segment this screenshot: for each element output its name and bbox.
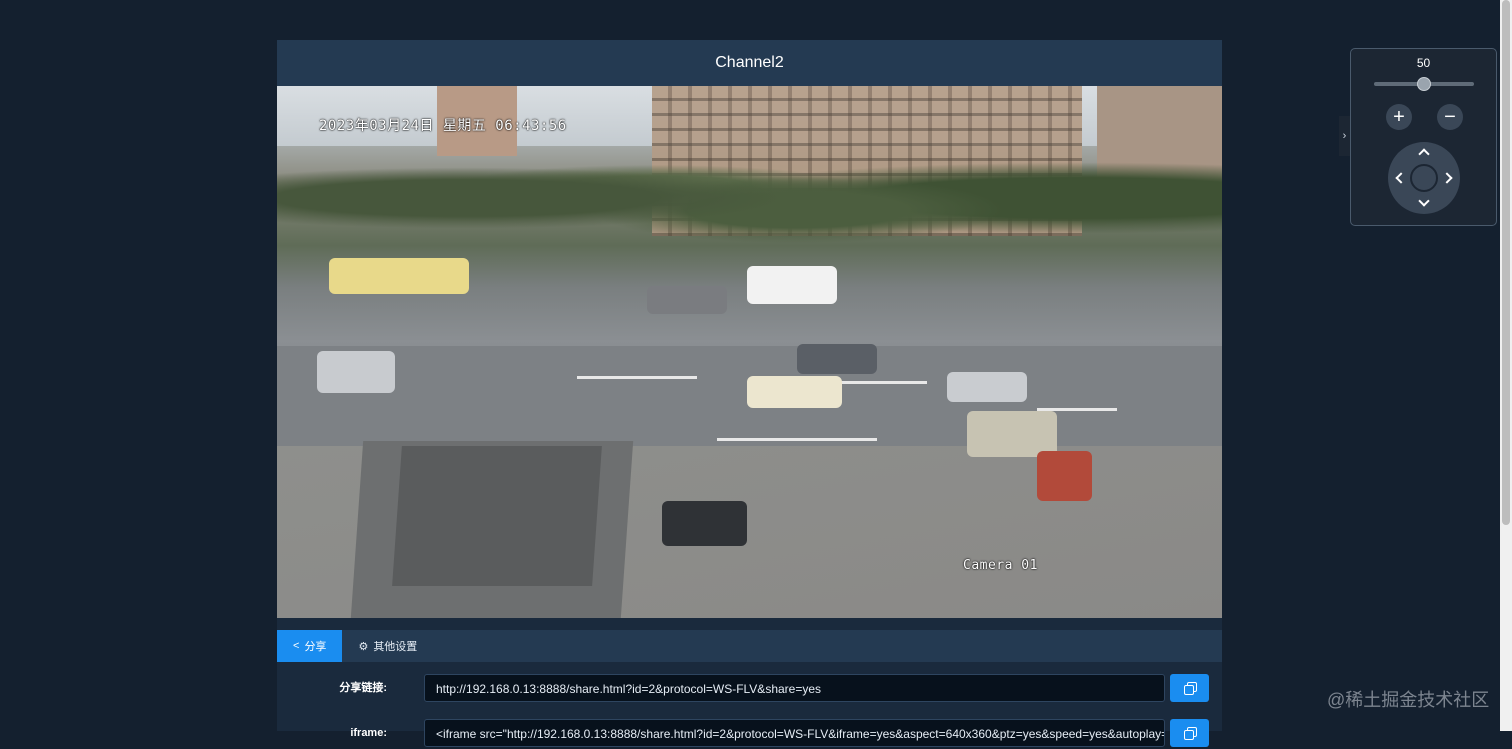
page-scrollbar[interactable] xyxy=(1500,0,1512,731)
share-link-label: 分享链接: xyxy=(339,682,387,694)
chevron-right-icon: › xyxy=(1342,130,1347,142)
video-scene-van xyxy=(317,351,395,393)
copy-icon xyxy=(1183,727,1197,740)
chevron-right-icon[interactable] xyxy=(1441,172,1453,184)
video-player[interactable]: 2023年03月24日 星期五 06:43:56 Camera 01 xyxy=(277,86,1222,618)
watermark: @稀土掘金技术社区 xyxy=(1327,690,1490,710)
tab-share[interactable]: < 分享 xyxy=(277,630,343,662)
ptz-control-panel: 50 + − xyxy=(1350,48,1497,226)
tab-other-settings-label: 其他设置 xyxy=(373,641,418,653)
iframe-code-row: iframe: <iframe src="http://192.168.0.13… xyxy=(277,719,1222,749)
iframe-code-field[interactable]: <iframe src="http://192.168.0.13:8888/sh… xyxy=(424,719,1165,747)
video-scene-vehicle xyxy=(1037,451,1092,501)
video-scene-car xyxy=(947,372,1027,402)
ptz-collapse-toggle[interactable]: › xyxy=(1339,116,1350,156)
zoom-in-button[interactable]: + xyxy=(1386,104,1412,130)
video-scene-truck xyxy=(747,266,837,304)
video-osd-camera-name: Camera 01 xyxy=(963,558,1038,573)
share-link-row: 分享链接: http://192.168.0.13:8888/share.htm… xyxy=(277,674,1222,704)
video-scene-lane xyxy=(837,381,927,384)
plus-icon: + xyxy=(1393,106,1405,128)
chevron-left-icon[interactable] xyxy=(1395,172,1407,184)
gear-icon: ⚙ xyxy=(358,640,369,653)
ptz-zoom-value: 50 xyxy=(1416,56,1431,70)
tab-share-label: 分享 xyxy=(304,641,327,653)
share-link-field[interactable]: http://192.168.0.13:8888/share.html?id=2… xyxy=(424,674,1165,702)
tab-other-settings[interactable]: ⚙ 其他设置 xyxy=(342,630,433,662)
video-scene-car xyxy=(647,286,727,314)
video-scene-trees xyxy=(277,126,1222,246)
ptz-slider-handle[interactable] xyxy=(1417,77,1431,91)
chevron-up-icon[interactable] xyxy=(1418,148,1430,160)
scrollbar-thumb[interactable] xyxy=(1502,0,1510,525)
share-icon: < xyxy=(293,640,300,652)
minus-icon: − xyxy=(1444,106,1456,128)
ptz-center-button[interactable] xyxy=(1410,164,1438,192)
copy-icon xyxy=(1183,682,1197,695)
video-scene-rooftop xyxy=(392,446,602,586)
video-scene-bus xyxy=(329,258,469,294)
copy-link-button[interactable] xyxy=(1170,674,1209,702)
chevron-down-icon[interactable] xyxy=(1418,195,1430,207)
video-osd-timestamp: 2023年03月24日 星期五 06:43:56 xyxy=(319,118,567,134)
settings-tabs: < 分享 ⚙ 其他设置 xyxy=(277,630,1222,662)
ptz-direction-pad xyxy=(1388,142,1460,214)
iframe-code-label: iframe: xyxy=(350,727,387,739)
video-scene-car xyxy=(747,376,842,408)
copy-iframe-button[interactable] xyxy=(1170,719,1209,747)
channel-title: Channel2 xyxy=(277,40,1222,86)
video-scene-tricycle xyxy=(662,501,747,546)
zoom-out-button[interactable]: − xyxy=(1437,104,1463,130)
channel-panel: Channel2 2023年03月24日 星期五 06:43:56 Camera… xyxy=(277,40,1222,747)
video-scene-lane xyxy=(577,376,697,379)
video-scene-car xyxy=(797,344,877,374)
video-scene-lane xyxy=(717,438,877,441)
